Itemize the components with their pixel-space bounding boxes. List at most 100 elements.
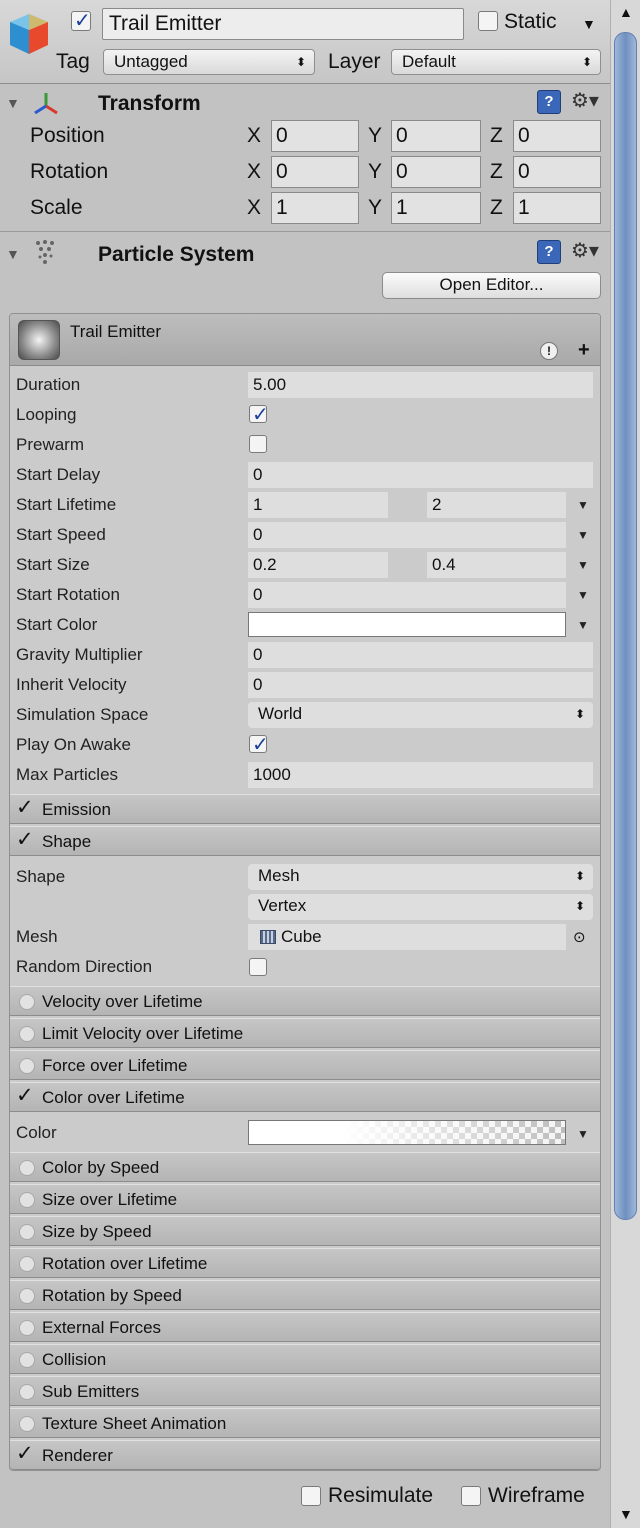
curve-mode-dropdown-icon[interactable]: ▼ [577, 618, 589, 632]
module-sub-emitters[interactable]: Sub Emitters [10, 1376, 600, 1406]
start-size-max-field[interactable]: 0.4 [427, 552, 566, 578]
axis-z-label[interactable]: Z [490, 160, 503, 184]
transform-scale-x[interactable]: 1 [271, 192, 359, 224]
transform-header[interactable] [0, 86, 610, 120]
object-name-input[interactable]: Trail Emitter [102, 8, 464, 40]
help-book-icon[interactable]: ? [537, 240, 561, 264]
module-enabled-check-icon[interactable]: ✓ [16, 1081, 34, 1111]
static-checkbox[interactable] [478, 11, 498, 31]
gear-icon[interactable]: ⚙▾ [571, 88, 599, 113]
module-disabled-toggle[interactable] [19, 1416, 35, 1432]
module-disabled-toggle[interactable] [19, 1256, 35, 1272]
random-direction-checkbox[interactable] [249, 958, 267, 976]
start-lifetime-min-field[interactable]: 1 [248, 492, 388, 518]
max-particles-field[interactable]: 1000 [248, 762, 593, 788]
module-size-by-speed[interactable]: Size by Speed [10, 1216, 600, 1246]
start-color-swatch[interactable] [248, 612, 566, 637]
module-disabled-toggle[interactable] [19, 1058, 35, 1074]
module-limit-velocity-over-lifetime[interactable]: Limit Velocity over Lifetime [10, 1018, 600, 1048]
scroll-up-icon[interactable]: ▲ [619, 4, 633, 20]
module-renderer[interactable]: ✓ Renderer [10, 1440, 600, 1470]
module-force-over-lifetime[interactable]: Force over Lifetime [10, 1050, 600, 1080]
module-disabled-toggle[interactable] [19, 1026, 35, 1042]
module-disabled-toggle[interactable] [19, 1160, 35, 1176]
transform-position-x[interactable]: 0 [271, 120, 359, 152]
open-editor-button[interactable]: Open Editor... [382, 272, 601, 299]
resimulate-checkbox[interactable] [301, 1486, 321, 1506]
axis-z-label[interactable]: Z [490, 124, 503, 148]
module-disabled-toggle[interactable] [19, 1384, 35, 1400]
scroll-down-icon[interactable]: ▼ [619, 1506, 633, 1522]
module-collision[interactable]: Collision [10, 1344, 600, 1374]
active-checkbox[interactable] [71, 8, 91, 33]
start-speed-field[interactable]: 0 [248, 522, 566, 548]
transform-position-y[interactable]: 0 [391, 120, 481, 152]
vertical-scrollbar[interactable]: ▲ ▼ [610, 0, 640, 1528]
module-velocity-over-lifetime[interactable]: Velocity over Lifetime [10, 986, 600, 1016]
axis-x-label[interactable]: X [247, 124, 261, 148]
module-enabled-check-icon[interactable]: ✓ [16, 793, 34, 823]
transform-rotation-x[interactable]: 0 [271, 156, 359, 188]
module-enabled-check-icon[interactable]: ✓ [16, 1439, 34, 1469]
color-gradient-field[interactable] [248, 1120, 566, 1145]
help-book-icon[interactable]: ? [537, 90, 561, 114]
module-disabled-toggle[interactable] [19, 1352, 35, 1368]
add-module-icon[interactable]: + [578, 339, 590, 362]
start-delay-field[interactable]: 0 [248, 462, 593, 488]
object-picker-icon[interactable]: ⊙ [573, 928, 586, 946]
module-enabled-check-icon[interactable]: ✓ [16, 825, 34, 855]
start-rotation-field[interactable]: 0 [248, 582, 566, 608]
simulation-space-dropdown[interactable]: World ⬍ [248, 702, 593, 728]
axis-x-label[interactable]: X [247, 196, 261, 220]
axis-x-label[interactable]: X [247, 160, 261, 184]
curve-mode-dropdown-icon[interactable]: ▼ [577, 588, 589, 602]
module-texture-sheet-animation[interactable]: Texture Sheet Animation [10, 1408, 600, 1438]
module-disabled-toggle[interactable] [19, 1192, 35, 1208]
transform-rotation-y[interactable]: 0 [391, 156, 481, 188]
module-disabled-toggle[interactable] [19, 1224, 35, 1240]
module-emission[interactable]: ✓ Emission [10, 794, 600, 824]
shape-dropdown[interactable]: Mesh ⬍ [248, 864, 593, 890]
gear-icon[interactable]: ⚙▾ [571, 238, 599, 263]
module-color-over-lifetime[interactable]: ✓ Color over Lifetime [10, 1082, 600, 1112]
transform-position-z[interactable]: 0 [513, 120, 601, 152]
module-size-over-lifetime[interactable]: Size over Lifetime [10, 1184, 600, 1214]
curve-mode-dropdown-icon[interactable]: ▼ [577, 558, 589, 572]
shape-mesh-mode-dropdown[interactable]: Vertex ⬍ [248, 894, 593, 920]
module-rotation-by-speed[interactable]: Rotation by Speed [10, 1280, 600, 1310]
start-lifetime-max-field[interactable]: 2 [427, 492, 566, 518]
module-rotation-over-lifetime[interactable]: Rotation over Lifetime [10, 1248, 600, 1278]
curve-mode-dropdown-icon[interactable]: ▼ [577, 498, 589, 512]
module-disabled-toggle[interactable] [19, 1320, 35, 1336]
foldout-arrow-icon[interactable]: ▼ [6, 246, 20, 262]
axis-y-label[interactable]: Y [368, 160, 382, 184]
curve-mode-dropdown-icon[interactable]: ▼ [577, 1127, 589, 1141]
module-shape[interactable]: ✓ Shape [10, 826, 600, 856]
module-disabled-toggle[interactable] [19, 994, 35, 1010]
module-disabled-toggle[interactable] [19, 1288, 35, 1304]
scrollbar-thumb[interactable] [614, 32, 637, 1220]
foldout-arrow-icon[interactable]: ▼ [6, 95, 20, 111]
play-on-awake-checkbox[interactable] [249, 732, 269, 757]
duration-field[interactable]: 5.00 [248, 372, 593, 398]
module-color-by-speed[interactable]: Color by Speed [10, 1152, 600, 1182]
prewarm-checkbox[interactable] [249, 435, 267, 453]
axis-y-label[interactable]: Y [368, 196, 382, 220]
transform-rotation-z[interactable]: 0 [513, 156, 601, 188]
start-size-min-field[interactable]: 0.2 [248, 552, 388, 578]
curve-mode-dropdown-icon[interactable]: ▼ [577, 528, 589, 542]
mesh-object-field[interactable]: Cube [248, 924, 566, 950]
wireframe-checkbox[interactable] [461, 1486, 481, 1506]
warning-icon[interactable]: ! [540, 342, 558, 360]
looping-checkbox[interactable] [249, 402, 269, 427]
layer-dropdown[interactable]: Default ⬍ [391, 49, 601, 75]
inherit-velocity-field[interactable]: 0 [248, 672, 593, 698]
axis-y-label[interactable]: Y [368, 124, 382, 148]
transform-scale-z[interactable]: 1 [513, 192, 601, 224]
axis-z-label[interactable]: Z [490, 196, 503, 220]
gravity-field[interactable]: 0 [248, 642, 593, 668]
static-dropdown-icon[interactable]: ▼ [582, 16, 596, 32]
transform-scale-y[interactable]: 1 [391, 192, 481, 224]
module-external-forces[interactable]: External Forces [10, 1312, 600, 1342]
tag-dropdown[interactable]: Untagged ⬍ [103, 49, 315, 75]
